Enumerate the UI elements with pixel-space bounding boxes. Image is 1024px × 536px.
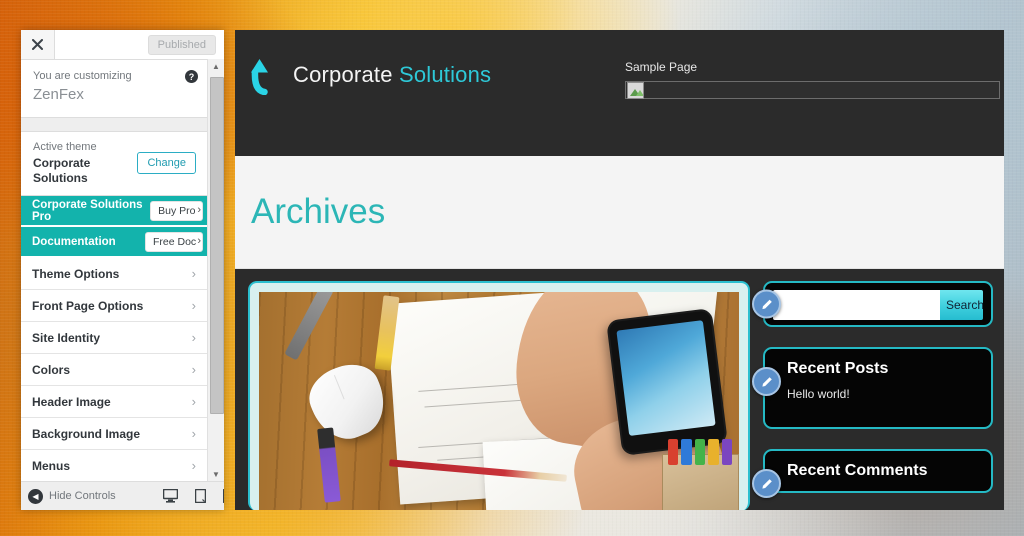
chevron-right-icon: › — [191, 330, 196, 345]
help-icon[interactable]: ? — [185, 70, 198, 83]
widget-title: Recent Posts — [787, 360, 889, 377]
active-theme-label: Active theme — [33, 141, 97, 153]
section-label: Header Image — [32, 394, 111, 409]
edit-shortcut-pencil-icon[interactable] — [752, 289, 781, 319]
recent-post-link[interactable]: Hello world! — [787, 387, 979, 401]
publish-button[interactable]: Published — [147, 34, 216, 55]
free-doc-label: Free Doc — [153, 235, 197, 248]
hide-controls-label: Hide Controls — [49, 490, 116, 502]
sidebar-item-front-page-options[interactable]: Front Page Options › — [21, 290, 208, 322]
active-theme-row: Active theme Corporate Solutions Change — [21, 132, 208, 196]
chevron-right-icon: › — [191, 394, 196, 409]
hide-controls-button[interactable]: ◀ Hide Controls — [28, 488, 116, 504]
customizer-footer: ◀ Hide Controls — [21, 481, 224, 510]
featured-image — [259, 292, 739, 510]
edit-shortcut-pencil-icon[interactable] — [752, 367, 781, 396]
curved-up-arrow-logo-icon — [251, 59, 268, 95]
edit-shortcut-pencil-icon[interactable] — [752, 469, 781, 498]
chevron-right-icon: › — [191, 298, 196, 313]
brand-second-word: Solutions — [398, 62, 492, 87]
desktop-preview-icon[interactable] — [163, 489, 178, 503]
mobile-preview-icon[interactable] — [223, 489, 224, 503]
brand-first-word: Corporate — [293, 62, 393, 87]
device-preview-switcher — [163, 489, 224, 503]
search-input[interactable] — [773, 290, 940, 320]
site-name: ZenFex — [33, 86, 84, 103]
wordpress-customizer-panel: Published You are customizing ZenFex ? A… — [21, 30, 224, 510]
brand-text: Corporate Solutions — [293, 62, 491, 88]
widget-search: Search — [752, 281, 993, 327]
customizer-scroll-area: You are customizing ZenFex ? Active them… — [21, 59, 224, 482]
promo-label: Corporate Solutions Pro — [32, 198, 143, 223]
buy-pro-label: Buy Pro — [158, 204, 196, 217]
customizer-header-spacer — [55, 30, 148, 59]
marker-holder — [662, 438, 739, 510]
search-form: Search — [773, 290, 983, 320]
chevron-right-icon: › — [191, 362, 196, 377]
featured-image-frame — [248, 281, 750, 510]
collapse-icon: ◀ — [28, 488, 43, 504]
close-customizer-button[interactable] — [21, 30, 55, 59]
customizer-header: Published — [21, 30, 224, 60]
widget-recent-comments: Recent Comments — [752, 449, 993, 498]
widget-recent-posts: Recent Posts Hello world! — [752, 347, 993, 429]
chevron-right-icon: › — [197, 234, 201, 247]
chevron-right-icon: › — [197, 203, 201, 216]
promo-label: Documentation — [32, 235, 116, 248]
section-label: Front Page Options — [32, 298, 144, 313]
page-title: Archives — [251, 192, 386, 231]
promo-corporate-solutions-pro[interactable]: Corporate Solutions Pro Buy Pro › — [21, 196, 208, 227]
close-icon — [32, 39, 43, 50]
customizer-sections-list: You are customizing ZenFex ? Active them… — [21, 59, 208, 482]
smartphone — [606, 307, 728, 456]
scroll-down-arrow-icon[interactable]: ▼ — [208, 467, 224, 482]
chevron-right-icon: › — [191, 266, 196, 281]
tablet-preview-icon[interactable] — [195, 489, 206, 503]
scroll-up-arrow-icon[interactable]: ▲ — [208, 59, 224, 74]
sidebar-item-menus[interactable]: Menus › — [21, 450, 208, 482]
sidebar-item-theme-options[interactable]: Theme Options › — [21, 258, 208, 290]
buy-pro-button[interactable]: Buy Pro › — [150, 200, 203, 221]
sidebar-item-colors[interactable]: Colors › — [21, 354, 208, 386]
nav-item-sample-page[interactable]: Sample Page — [625, 60, 697, 74]
sidebar-item-header-image[interactable]: Header Image › — [21, 386, 208, 418]
site-navigation: Sample Page — [625, 30, 1000, 99]
sidebar-item-site-identity[interactable]: Site Identity › — [21, 322, 208, 354]
site-preview-frame: Corporate Solutions Sample Page Archives — [235, 30, 1004, 510]
active-theme-name: Corporate Solutions — [33, 156, 91, 185]
site-content-area: Search Recent Posts Hello world! Recent … — [235, 269, 1004, 510]
panel-divider — [21, 118, 208, 132]
phone-screen — [616, 320, 717, 436]
page-title-band: Archives — [235, 156, 1004, 269]
site-header: Corporate Solutions Sample Page — [235, 30, 1004, 156]
broken-image-icon — [627, 82, 644, 99]
customizing-info: You are customizing ZenFex ? — [21, 59, 208, 118]
customizer-scrollbar[interactable]: ▲ ▼ — [207, 59, 224, 482]
section-label: Site Identity — [32, 330, 101, 345]
widget-title: Recent Comments — [787, 462, 928, 479]
site-branding[interactable]: Corporate Solutions — [251, 55, 491, 95]
section-label: Theme Options — [32, 266, 120, 281]
free-doc-button[interactable]: Free Doc › — [145, 231, 203, 252]
section-label: Menus — [32, 458, 71, 473]
customizing-label: You are customizing — [33, 70, 132, 82]
section-label: Background Image — [32, 426, 141, 441]
promo-documentation[interactable]: Documentation Free Doc › — [21, 227, 208, 258]
screenshot-root: Published You are customizing ZenFex ? A… — [0, 0, 1024, 536]
scrollbar-thumb[interactable] — [210, 77, 224, 414]
change-theme-button[interactable]: Change — [137, 152, 196, 174]
search-button[interactable]: Search — [940, 290, 983, 320]
chevron-right-icon: › — [191, 458, 196, 473]
section-label: Colors — [32, 362, 71, 377]
chevron-right-icon: › — [191, 426, 196, 441]
header-broken-image-strip — [625, 81, 1000, 99]
sidebar-widgets: Search Recent Posts Hello world! Recent … — [752, 281, 993, 510]
active-theme-info: Active theme Corporate Solutions — [33, 140, 137, 186]
sidebar-item-background-image[interactable]: Background Image › — [21, 418, 208, 450]
